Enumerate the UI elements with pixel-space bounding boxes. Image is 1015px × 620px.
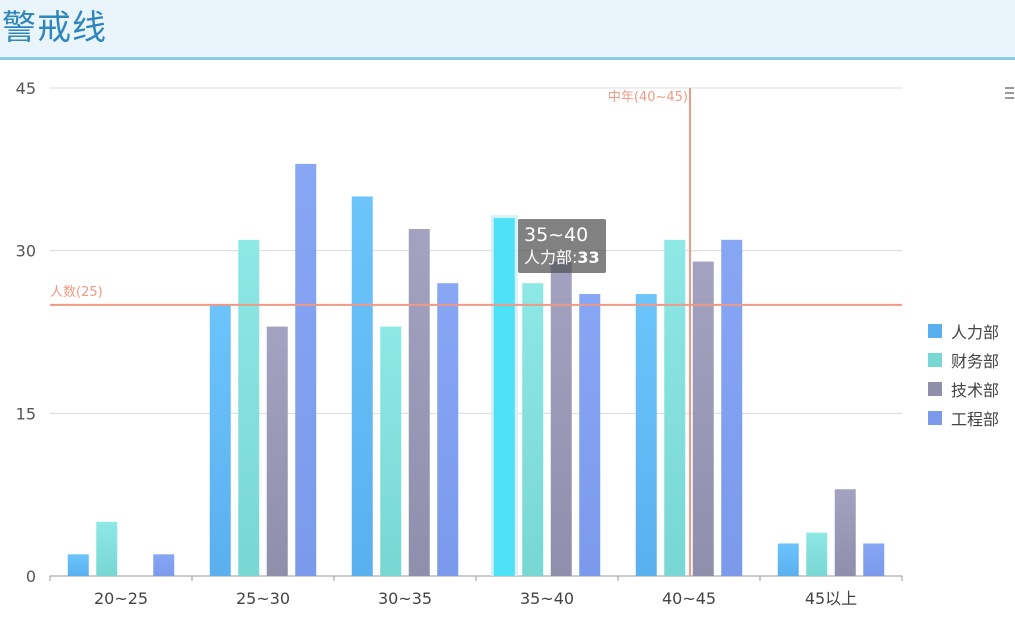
bar xyxy=(96,521,118,576)
bar xyxy=(380,326,402,576)
legend-label: 财务部 xyxy=(951,351,1000,371)
bar xyxy=(777,543,799,576)
mark-line-label: 中年(40~45) xyxy=(608,90,688,105)
bar xyxy=(664,239,686,577)
bar-chart: 0 15 30 45 20~25 25~30 30~35 35~40 40~45 45以上 人数(2… xyxy=(16,79,903,608)
legend-label: 工程部 xyxy=(951,409,1000,429)
x-tick-label: 40~45 xyxy=(662,589,716,608)
chart-tooltip: 35~40 人力部:33 xyxy=(518,219,606,273)
chart-legend: 人力部财务部技术部工程部 xyxy=(928,316,999,432)
bar xyxy=(806,532,828,576)
bar xyxy=(522,283,544,576)
tooltip-category: 35~40 xyxy=(524,224,589,246)
bar xyxy=(295,163,317,576)
tooltip-series-label: 人力部: xyxy=(524,248,578,267)
bar xyxy=(238,239,260,577)
bar xyxy=(493,218,515,576)
legend-swatch xyxy=(928,381,942,396)
legend-swatch xyxy=(928,410,942,425)
bar xyxy=(721,239,743,577)
legend-swatch xyxy=(928,323,942,338)
y-tick-label: 0 xyxy=(26,567,36,586)
x-tick-label: 30~35 xyxy=(378,589,432,608)
legend-item[interactable]: 人力部 xyxy=(928,316,999,345)
legend-item[interactable]: 技术部 xyxy=(928,374,999,403)
x-tick-label: 20~25 xyxy=(94,589,148,608)
page-title: 警戒线 xyxy=(2,8,107,48)
legend-swatch xyxy=(928,352,942,367)
bar xyxy=(408,228,430,576)
legend-item[interactable]: 工程部 xyxy=(928,403,999,432)
y-tick-label: 30 xyxy=(16,242,36,261)
tooltip-value: 33 xyxy=(577,248,600,267)
toolbox-menu-icon[interactable] xyxy=(1005,87,1015,101)
bar xyxy=(692,261,714,576)
page-header: 警戒线 xyxy=(0,0,1015,60)
bar xyxy=(635,294,657,576)
legend-item[interactable]: 财务部 xyxy=(928,345,999,374)
bar xyxy=(579,294,601,576)
legend-label: 人力部 xyxy=(951,322,1000,342)
legend-label: 技术部 xyxy=(951,380,1000,400)
bar xyxy=(351,196,373,576)
bar xyxy=(834,489,856,576)
tooltip-row: 人力部:33 xyxy=(524,247,600,269)
bar xyxy=(550,261,572,576)
bar xyxy=(209,304,231,576)
x-tick-label: 45以上 xyxy=(805,589,857,608)
bar xyxy=(153,554,175,576)
x-tick-label: 35~40 xyxy=(520,589,574,608)
bar xyxy=(67,554,89,576)
x-tick-label: 25~30 xyxy=(236,589,290,608)
bar xyxy=(266,326,288,576)
bar xyxy=(863,543,885,576)
y-tick-label: 45 xyxy=(16,79,36,98)
bar xyxy=(437,283,459,576)
y-tick-label: 15 xyxy=(16,404,36,423)
mark-line-label: 人数(25) xyxy=(50,285,103,300)
